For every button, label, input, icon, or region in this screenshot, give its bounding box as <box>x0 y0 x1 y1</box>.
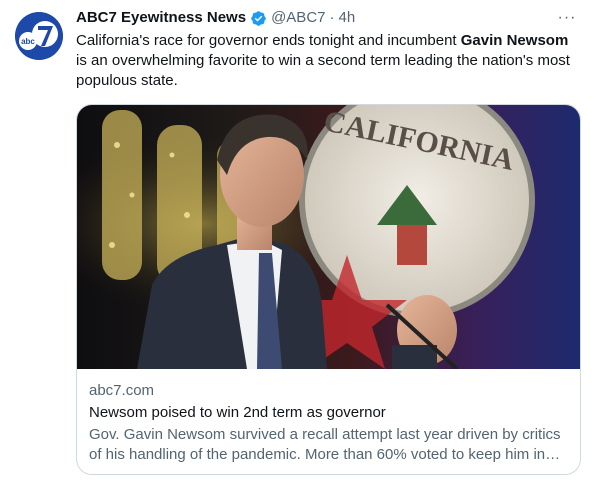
tweet-text: California's race for governor ends toni… <box>76 31 581 91</box>
svg-text:abc: abc <box>21 37 35 46</box>
abc7-logo-icon: abc <box>15 12 63 60</box>
verified-badge-icon <box>251 10 266 26</box>
card-description: Gov. Gavin Newsom survived a recall atte… <box>89 426 561 463</box>
card-domain: abc7.com <box>89 382 155 399</box>
card-title[interactable]: Newsom poised to win 2nd term as governo… <box>89 403 568 423</box>
link-card[interactable]: CALIFORNIA abc7.com Newsom poised to win… <box>76 104 581 475</box>
card-body: abc7.com Newsom poised to win 2nd term a… <box>77 369 580 465</box>
avatar[interactable]: abc <box>15 12 63 60</box>
card-image[interactable]: CALIFORNIA <box>77 105 580 369</box>
tweet-text-part-2: is an overwhelming favorite to win a sec… <box>76 52 570 89</box>
handle[interactable]: @ABC7 <box>271 8 325 28</box>
tweet-text-mention: Gavin Newsom <box>460 32 569 49</box>
tweet-header: ABC7 Eyewitness News @ABC7 · 4h <box>76 8 355 28</box>
tweet-text-part-1: California's race for governor ends toni… <box>76 32 461 49</box>
separator: · <box>329 9 335 26</box>
display-name[interactable]: ABC7 Eyewitness News <box>76 8 246 28</box>
more-icon: ··· <box>557 9 577 26</box>
tweet[interactable]: abc ABC7 Eyewitness News @ABC7 · 4h ··· … <box>0 0 597 487</box>
card-photo: CALIFORNIA <box>77 105 580 369</box>
more-options-button[interactable]: ··· <box>555 8 579 28</box>
timestamp[interactable]: 4h <box>339 8 356 28</box>
